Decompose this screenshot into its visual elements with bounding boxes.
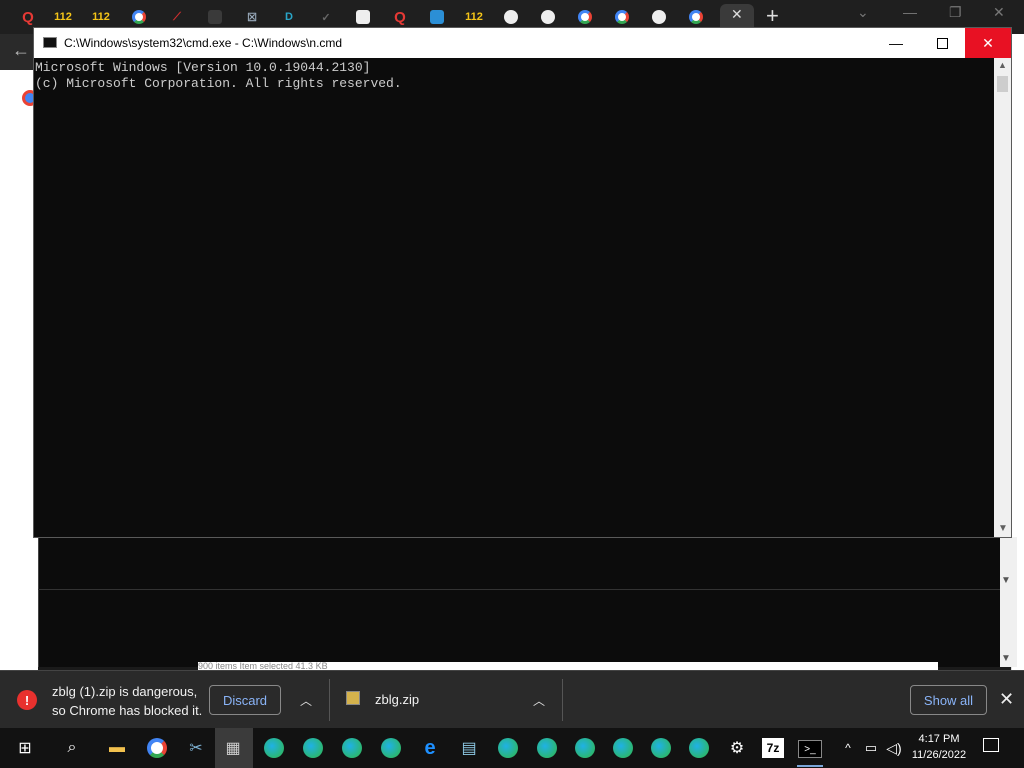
scroll-down-icon[interactable]: ▼ — [1001, 653, 1011, 664]
edge-taskbar-icon[interactable] — [611, 736, 635, 760]
zip-file-icon — [346, 691, 360, 705]
quora-tab-icon[interactable]: Q — [19, 8, 37, 26]
close-button[interactable]: ✕ — [965, 28, 1011, 58]
date-text: 11/26/2022 — [911, 749, 967, 761]
google-tab-icon[interactable] — [687, 8, 705, 26]
console-line: Microsoft Windows [Version 10.0.19044.21… — [35, 60, 371, 75]
console-scrollbar[interactable]: ▲ ▼ — [994, 58, 1011, 537]
close-icon: ✕ — [982, 34, 994, 51]
globe-tab-icon[interactable] — [650, 8, 668, 26]
tab-112-icon[interactable]: 112 — [54, 8, 72, 26]
minimize-button[interactable]: — — [873, 28, 919, 58]
console-output[interactable]: Microsoft Windows [Version 10.0.19044.21… — [34, 58, 994, 537]
cmd-titlebar[interactable]: C:\Windows\system32\cmd.exe - C:\Windows… — [34, 28, 1011, 58]
red-tab-icon[interactable]: ⟋ — [168, 8, 186, 26]
cmd-taskbar-icon[interactable]: >_ — [798, 740, 822, 758]
edge-taskbar-icon[interactable] — [535, 736, 559, 760]
tab-icon[interactable] — [206, 8, 224, 26]
windows-start-icon[interactable]: ⊞ — [13, 736, 37, 760]
google-tab-icon[interactable] — [613, 8, 631, 26]
quora-tab-icon[interactable]: Q — [391, 8, 409, 26]
restore-icon[interactable]: ❐ — [949, 4, 962, 21]
calculator-taskbar-icon[interactable]: ▦ — [221, 736, 245, 760]
close-tab-icon[interactable]: ✕ — [731, 6, 743, 23]
check-tab-icon[interactable]: ✓ — [317, 8, 335, 26]
cmd-app-icon[interactable] — [43, 37, 57, 48]
lock-tab-icon[interactable] — [354, 8, 372, 26]
settings-gear-icon[interactable]: ⚙ — [725, 736, 749, 760]
chrome-taskbar-icon[interactable] — [145, 736, 169, 760]
7zip-taskbar-icon[interactable]: 7z — [762, 738, 784, 758]
minimize-icon[interactable]: — — [903, 4, 917, 20]
clock[interactable]: 4:17 PM 11/26/2022 — [908, 731, 970, 763]
tab-icon[interactable] — [428, 8, 446, 26]
network-icon[interactable]: ▭ — [859, 736, 883, 760]
danger-icon: ! — [17, 690, 37, 710]
edge-taskbar-icon[interactable] — [262, 736, 286, 760]
time-text: 4:17 PM — [918, 733, 960, 745]
chrome-tab-icon[interactable] — [502, 8, 520, 26]
window-title: C:\Windows\system32\cmd.exe - C:\Windows… — [64, 36, 343, 50]
background-window-pane — [38, 537, 1001, 667]
edge-taskbar-icon[interactable] — [649, 736, 673, 760]
tab-112-icon[interactable]: 112 — [92, 8, 110, 26]
d-tab-icon[interactable]: D — [280, 8, 298, 26]
edge-taskbar-icon[interactable] — [301, 736, 325, 760]
edge-taskbar-icon[interactable] — [573, 736, 597, 760]
divider — [329, 679, 330, 721]
edge-taskbar-icon[interactable] — [687, 736, 711, 760]
explorer-status-text: 900 items Item selected 41.3 KB — [198, 662, 938, 670]
chrome-tab-icon[interactable] — [539, 8, 557, 26]
tab-112-icon[interactable]: 112 — [465, 8, 483, 26]
search-icon[interactable]: ⌕ — [60, 736, 84, 760]
edge-taskbar-icon[interactable] — [496, 736, 520, 760]
chevron-up-icon[interactable]: ︿ — [533, 692, 545, 709]
divider — [562, 679, 563, 721]
show-all-button[interactable]: Show all — [910, 685, 987, 715]
maximize-icon — [936, 37, 948, 49]
new-tab-button[interactable]: + — [766, 3, 779, 29]
divider — [38, 589, 1000, 590]
google-tab-icon[interactable] — [576, 8, 594, 26]
google-tab-icon[interactable] — [130, 8, 148, 26]
tab-icon[interactable]: ☒ — [243, 8, 261, 26]
chevron-down-icon[interactable]: ⌄ — [857, 4, 869, 21]
edge-taskbar-icon[interactable] — [340, 736, 364, 760]
scroll-thumb[interactable] — [997, 76, 1008, 92]
cmd-window[interactable]: C:\Windows\system32\cmd.exe - C:\Windows… — [33, 27, 1012, 538]
discard-button[interactable]: Discard — [209, 685, 281, 715]
volume-icon[interactable]: ◁) — [882, 736, 906, 760]
file-explorer-icon[interactable]: ▬ — [105, 736, 129, 760]
danger-message: zblg (1).zip is dangerous, so Chrome has… — [52, 684, 203, 718]
notification-icon[interactable] — [983, 738, 999, 752]
close-download-bar-icon[interactable]: ✕ — [999, 689, 1014, 710]
download-file-name[interactable]: zblg.zip — [375, 692, 419, 707]
chevron-up-icon[interactable]: ︿ — [300, 692, 312, 709]
scroll-up-icon[interactable]: ▲ — [998, 60, 1007, 70]
scroll-down-icon[interactable]: ▼ — [998, 523, 1008, 534]
taskbar: ⊞ ⌕ ▬ ✂ ▦ e ▤ ⚙ 7z >_ ^ ▭ ◁) 4:17 PM 11/… — [0, 728, 1024, 768]
edge-taskbar-icon[interactable] — [379, 736, 403, 760]
maximize-button[interactable] — [919, 28, 965, 58]
app-taskbar-icon[interactable]: ▤ — [457, 736, 481, 760]
app-taskbar-icon[interactable]: ✂ — [184, 736, 208, 760]
scroll-down-icon[interactable]: ▼ — [1001, 575, 1011, 586]
download-bar: ! zblg (1).zip is dangerous, so Chrome h… — [0, 670, 1024, 728]
internet-explorer-icon[interactable]: e — [418, 736, 442, 760]
active-app-indicator — [797, 765, 823, 767]
close-icon[interactable]: ✕ — [993, 4, 1005, 21]
chevron-up-icon[interactable]: ^ — [836, 736, 860, 760]
minimize-icon: — — [889, 35, 903, 51]
background-scrollbar[interactable] — [1000, 537, 1017, 667]
back-arrow-icon[interactable]: ← — [12, 40, 30, 61]
console-line: (c) Microsoft Corporation. All rights re… — [35, 76, 402, 91]
